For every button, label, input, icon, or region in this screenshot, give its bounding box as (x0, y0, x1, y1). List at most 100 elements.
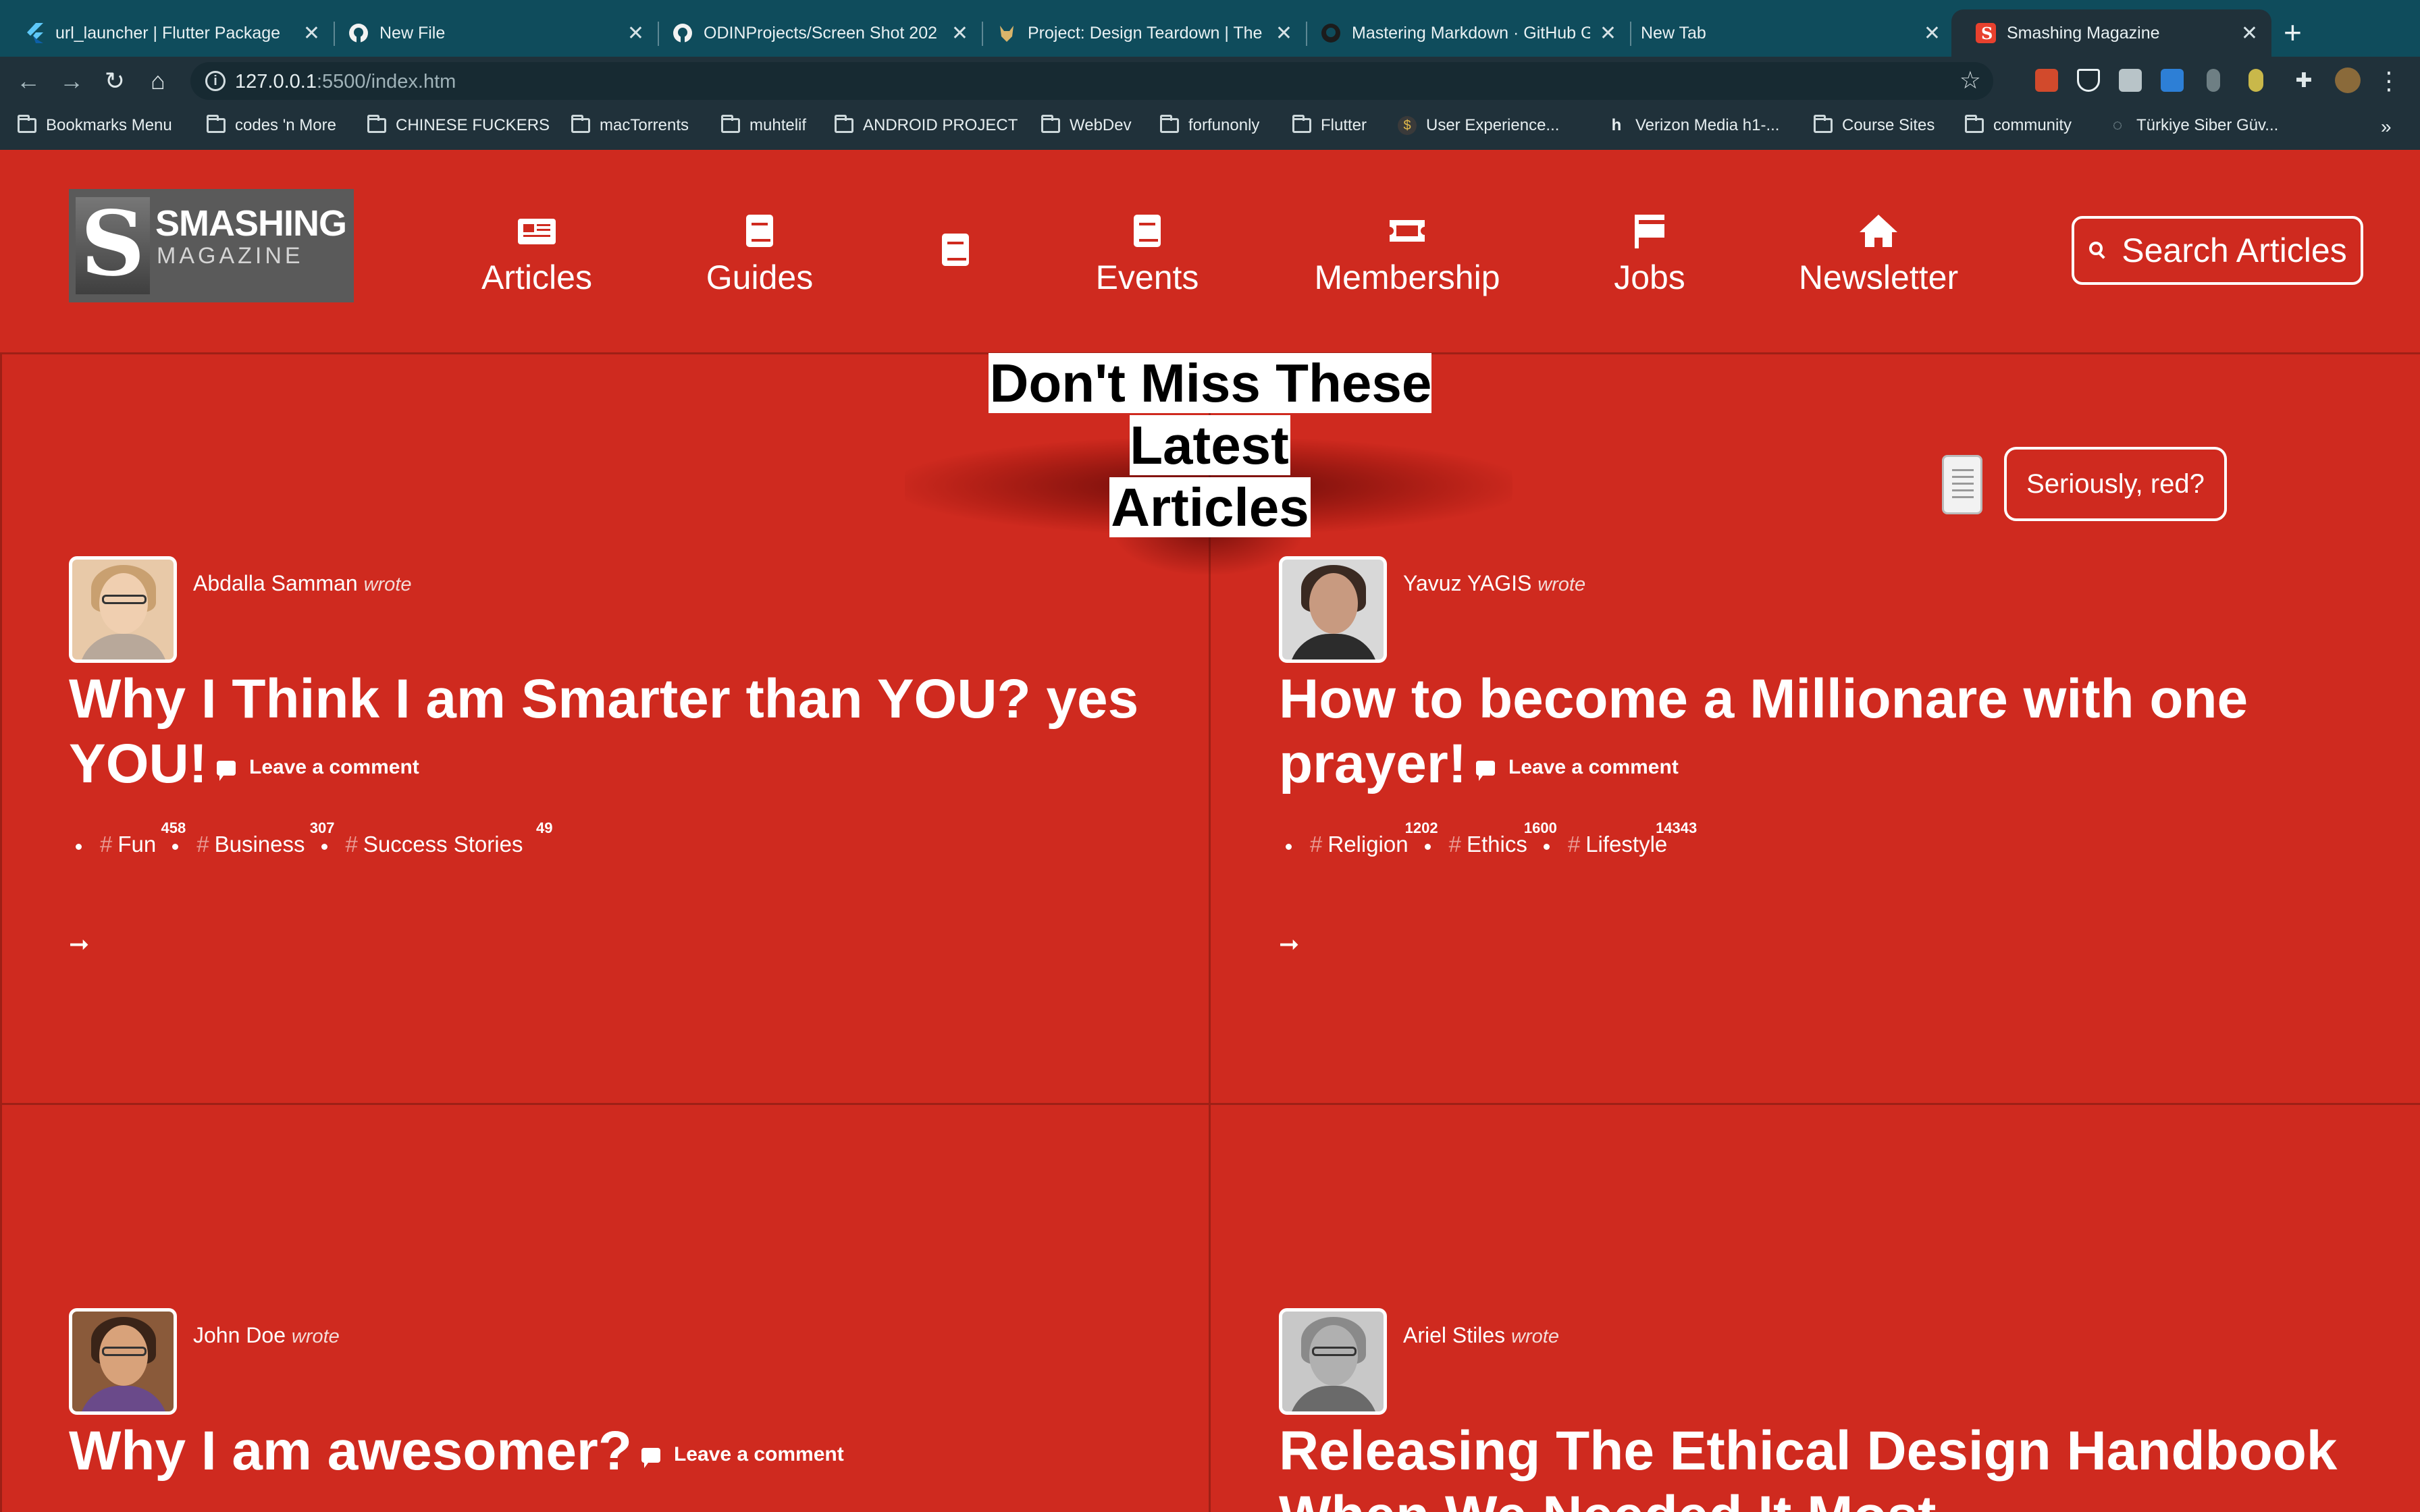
home-icon[interactable]: ⌂ (143, 66, 173, 96)
book-icon (942, 234, 969, 266)
newspaper-icon (518, 219, 556, 244)
tab-strip: url_launcher | Flutter Package ✕ New Fil… (0, 0, 2420, 57)
bookmark-item[interactable]: Flutter (1292, 115, 1367, 135)
folder-icon (1041, 115, 1060, 133)
page-content: S SMASHING MAGAZINE Articles Guides Even… (0, 150, 2420, 1512)
flag-icon (1635, 215, 1664, 248)
tab-new-file[interactable]: New File ✕ (324, 9, 658, 57)
article-title[interactable]: Why I am awesomer? Leave a comment (69, 1419, 1217, 1487)
tab-odinprojects[interactable]: ODINProjects/Screen Shot 202 ✕ (648, 9, 982, 57)
tab-design-teardown[interactable]: Project: Design Teardown | The ✕ (972, 9, 1306, 57)
tab-smashing-magazine[interactable]: S Smashing Magazine ✕ (1951, 9, 2271, 57)
grid-line (0, 1103, 2420, 1105)
leave-comment-link[interactable]: Leave a comment (641, 1443, 844, 1469)
close-icon[interactable]: ✕ (627, 22, 644, 45)
back-icon[interactable]: ← (14, 66, 43, 96)
folder-icon (367, 115, 386, 133)
tab-url-launcher[interactable]: url_launcher | Flutter Package ✕ (0, 9, 334, 57)
info-icon[interactable]: i (205, 71, 226, 91)
folder-icon (571, 115, 590, 133)
smashing-logo[interactable]: S SMASHING MAGAZINE (69, 189, 354, 302)
tag-item[interactable]: # Fun 458 (76, 819, 186, 857)
article-title[interactable]: Why I Think I am Smarter than YOU? yes Y… (69, 667, 1217, 800)
bookmark-item[interactable]: Bookmarks Menu (18, 115, 172, 135)
bookmark-item[interactable]: ◌ Türkiye Siber Güv... (2108, 116, 2278, 135)
folder-icon (1814, 115, 1833, 133)
folder-icon (18, 115, 36, 133)
tag-list: # Religion 1202 # Ethics 1600 # Lifestyle 1434… (1286, 819, 1708, 857)
close-icon[interactable]: ✕ (1600, 22, 1616, 45)
close-icon[interactable]: ✕ (2241, 22, 2258, 45)
read-more-arrow-icon[interactable]: ➞ (69, 930, 89, 959)
close-icon[interactable]: ✕ (303, 22, 320, 45)
read-more-arrow-icon[interactable]: ➞ (1279, 930, 1299, 959)
extension-icon[interactable] (2161, 69, 2184, 92)
github-icon (348, 23, 369, 43)
nav-events[interactable]: Events (1083, 212, 1211, 297)
author-avatar (1279, 556, 1387, 663)
bookmark-item[interactable]: community (1965, 115, 2072, 135)
extension-icon[interactable] (2035, 69, 2058, 92)
leave-comment-link[interactable]: Leave a comment (217, 756, 419, 782)
bookmark-item[interactable]: CHINESE FUCKERS (367, 115, 550, 135)
nav-guides[interactable]: Guides (695, 212, 824, 297)
tag-item[interactable]: # Religion 1202 (1286, 819, 1438, 857)
bookmark-item[interactable]: Course Sites (1814, 115, 1935, 135)
seriously-red-button[interactable]: Seriously, red? (2004, 447, 2227, 521)
home-icon (1860, 215, 1897, 247)
bookmark-item[interactable]: WebDev (1041, 115, 1132, 135)
bookmark-item[interactable]: h Verizon Media h1-... (1607, 116, 1780, 135)
extension-icon[interactable] (2248, 69, 2263, 92)
author-line: John Doe wrote (193, 1323, 340, 1347)
tag-item[interactable]: # Ethics 1600 (1424, 819, 1557, 857)
avatar[interactable] (2335, 68, 2361, 93)
nav-books[interactable] (925, 231, 986, 277)
extension-icon[interactable] (2207, 69, 2220, 92)
tag-list: # Fun 458 # Business 307 # Success Stories 49 (76, 819, 563, 857)
author-name[interactable]: Abdalla Samman (193, 571, 358, 595)
bookmark-item[interactable]: codes 'n More (207, 115, 336, 135)
comment-icon (641, 1448, 660, 1469)
spinner-icon: ◌ (2112, 116, 2123, 134)
author-line: Abdalla Samman wrote (193, 571, 412, 595)
address-bar[interactable]: i 127.0.0.1:5500/index.htm ☆ (190, 62, 1993, 100)
puzzle-icon[interactable]: ✚ (2289, 66, 2319, 96)
nav-jobs[interactable]: Jobs (1600, 212, 1699, 297)
github-icon (1321, 23, 1341, 43)
author-name[interactable]: John Doe (193, 1323, 286, 1347)
bookmarks-overflow[interactable]: » (2381, 116, 2392, 138)
close-icon[interactable]: ✕ (1275, 22, 1292, 45)
author-name[interactable]: Yavuz YAGIS (1403, 571, 1531, 595)
bookmark-star-icon[interactable]: ☆ (1959, 66, 1981, 94)
tag-item[interactable]: # Lifestyle 14343 (1543, 819, 1697, 857)
search-articles-button[interactable]: Search Articles (2072, 216, 2363, 285)
article-title[interactable]: How to become a Millionare with one pray… (1279, 667, 2420, 800)
tab-new-tab[interactable]: New Tab ✕ (1621, 9, 1954, 57)
nav-membership[interactable]: Membership (1306, 212, 1508, 297)
reload-icon[interactable]: ↻ (100, 66, 130, 96)
folder-icon (1292, 115, 1311, 133)
nav-newsletter[interactable]: Newsletter (1789, 212, 1968, 297)
author-name[interactable]: Ariel Stiles (1403, 1323, 1505, 1347)
bookmark-item[interactable]: forfunonly (1160, 115, 1259, 135)
bookmark-item[interactable]: $ User Experience... (1398, 116, 1559, 135)
mobile-device-icon (1942, 455, 1982, 514)
tag-item[interactable]: # Business 307 (172, 819, 335, 857)
close-icon[interactable]: ✕ (951, 22, 968, 45)
leave-comment-link[interactable]: Leave a comment (1476, 756, 1679, 782)
forward-icon[interactable]: → (57, 66, 86, 96)
nav-articles[interactable]: Articles (473, 212, 601, 297)
new-tab-button[interactable]: + (2284, 14, 2302, 51)
bookmark-item[interactable]: muhtelif (721, 115, 806, 135)
article-title[interactable]: Releasing The Ethical Design Handbook Wh… (1279, 1419, 2420, 1512)
bookmark-item[interactable]: macTorrents (571, 115, 689, 135)
close-icon[interactable]: ✕ (1924, 22, 1941, 45)
tag-item[interactable]: # Success Stories 49 (321, 819, 552, 857)
tab-mastering-markdown[interactable]: Mastering Markdown · GitHub G ✕ (1296, 9, 1630, 57)
bookmarks-bar: Bookmarks Menu codes 'n More CHINESE FUC… (0, 105, 2420, 150)
bookmark-item[interactable]: ANDROID PROJECT (835, 115, 1018, 135)
extension-icon[interactable] (2077, 69, 2100, 92)
folder-icon (835, 115, 853, 133)
extension-icon[interactable] (2119, 69, 2142, 92)
menu-icon[interactable]: ⋮ (2374, 66, 2404, 96)
